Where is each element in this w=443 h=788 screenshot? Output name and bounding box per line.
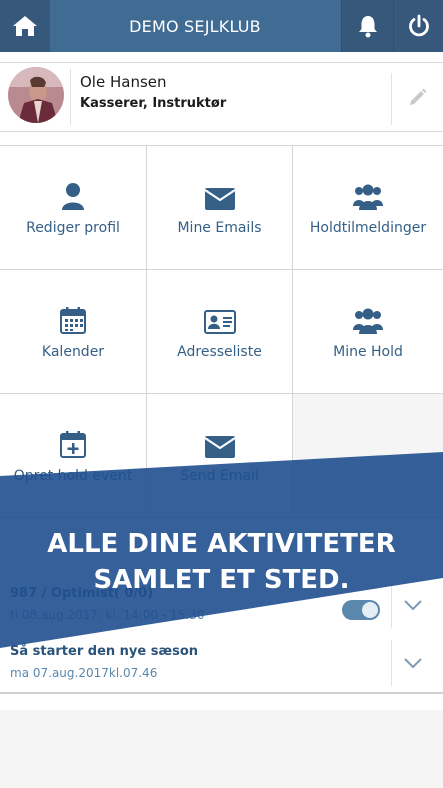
expand-button[interactable] <box>398 648 428 678</box>
tile-label: Send Email <box>180 467 259 484</box>
profile-card[interactable]: Ole Hansen Kasserer, Instruktør <box>0 62 443 132</box>
top-bar: DEMO SEJLKLUB <box>0 0 443 52</box>
tile-opret-hold-event[interactable]: Opret hold event <box>0 394 147 518</box>
bottom-area <box>0 710 443 788</box>
group-icon <box>353 304 383 334</box>
promo-line-2: SAMLET ET STED. <box>93 565 350 595</box>
divider <box>391 640 392 686</box>
chevron-down-icon <box>404 600 422 610</box>
group-icon <box>353 180 383 210</box>
tile-empty <box>293 394 443 518</box>
activity-time: ti 08.aug.2017, kl. 14:00 - 15:30 <box>10 608 205 622</box>
tile-label: Opret hold event <box>13 467 133 484</box>
tile-rediger-profil[interactable]: Rediger profil <box>0 146 147 270</box>
divider <box>0 692 443 694</box>
address-card-icon <box>203 304 236 334</box>
activity-item[interactable]: Så starter den nye sæson ma 07.aug.2017k… <box>0 640 443 686</box>
calendar-plus-icon <box>60 428 86 458</box>
promo-text: ALLE DINE AKTIVITETER SAMLET ET STED. <box>0 526 443 598</box>
tile-mine-hold[interactable]: Mine Hold <box>293 270 443 394</box>
tile-kalender[interactable]: Kalender <box>0 270 147 394</box>
profile-role: Kasserer, Instruktør <box>80 96 227 111</box>
notifications-button[interactable] <box>341 0 394 52</box>
envelope-icon <box>204 428 235 458</box>
tile-holdtilmeldinger[interactable]: Holdtilmeldinger <box>293 146 443 270</box>
avatar <box>8 67 64 123</box>
tile-label: Mine Hold <box>333 343 403 360</box>
tile-adresseliste[interactable]: Adresseliste <box>147 270 293 394</box>
tile-send-email[interactable]: Send Email <box>147 394 293 518</box>
tile-label: Rediger profil <box>26 219 120 236</box>
app-title: DEMO SEJLKLUB <box>129 16 261 36</box>
chevron-down-icon <box>404 658 422 668</box>
activity-toggle[interactable] <box>342 600 380 620</box>
envelope-icon <box>204 180 235 210</box>
activity-title: Så starter den nye sæson <box>10 644 199 659</box>
logout-button[interactable] <box>393 0 443 52</box>
activity-time: ma 07.aug.2017kl.07.46 <box>10 666 158 680</box>
tile-mine-emails[interactable]: Mine Emails <box>147 146 293 270</box>
tile-label: Holdtilmeldinger <box>309 219 427 236</box>
profile-name: Ole Hansen <box>80 73 167 91</box>
power-icon <box>409 14 429 37</box>
user-icon <box>61 180 85 210</box>
tile-label: Kalender <box>41 343 105 360</box>
promo-line-1: ALLE DINE AKTIVITETER <box>47 529 396 559</box>
calendar-icon <box>60 304 86 334</box>
toggle-knob <box>362 602 378 618</box>
pencil-icon <box>409 88 426 105</box>
home-button[interactable] <box>0 0 50 52</box>
bell-icon <box>359 16 377 38</box>
home-icon <box>13 16 37 36</box>
edit-profile-button[interactable] <box>392 63 443 131</box>
tile-label: Mine Emails <box>177 219 262 236</box>
tile-label: Adresseliste <box>177 343 262 360</box>
menu-grid: Rediger profil Mine Emails Holdtilmeldin… <box>0 145 443 521</box>
divider <box>70 69 71 125</box>
